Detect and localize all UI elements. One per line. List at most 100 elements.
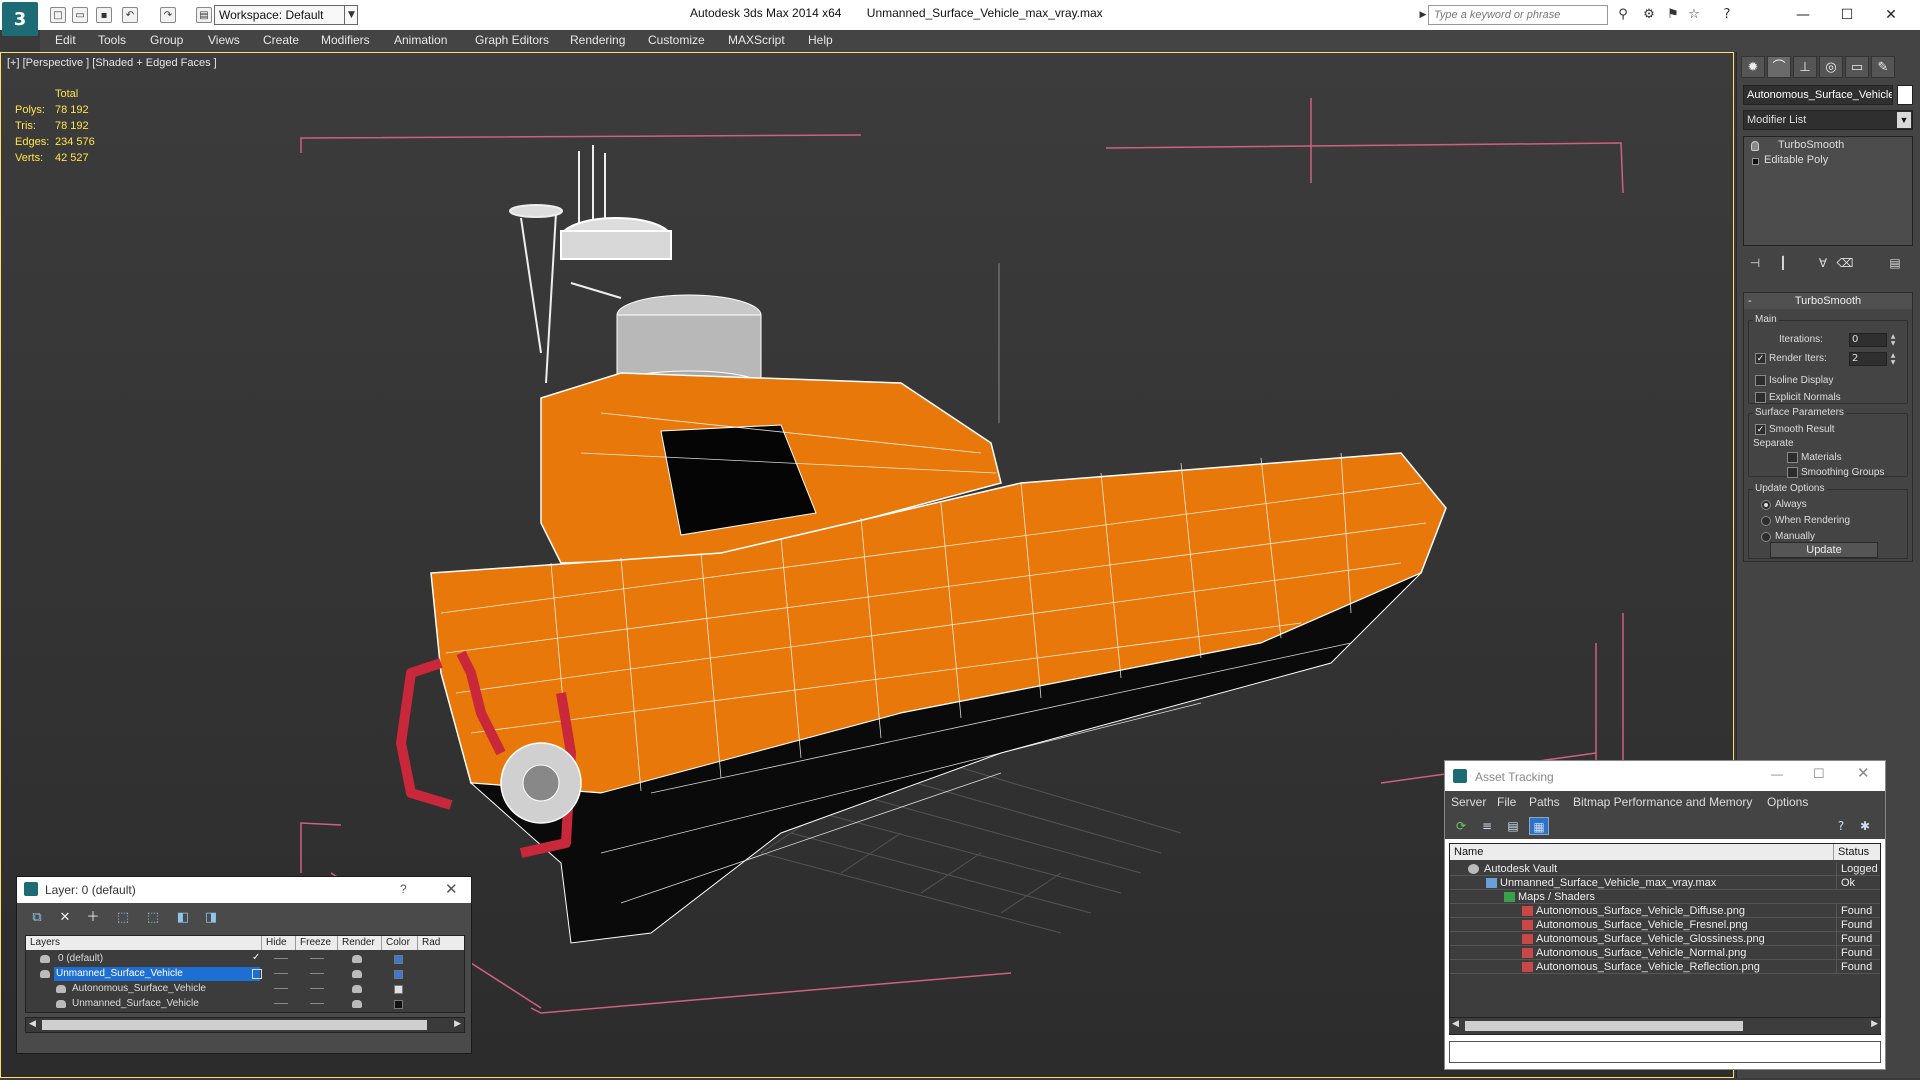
motion-tab-icon[interactable]: ◎ xyxy=(1819,56,1843,78)
create-tab-icon[interactable]: ✹ xyxy=(1741,56,1765,78)
undo-icon[interactable]: ↶ xyxy=(122,7,138,23)
modify-tab-icon[interactable]: ⌒ xyxy=(1767,56,1791,78)
menu-group[interactable]: Group xyxy=(150,33,183,47)
render-iters-spinner[interactable]: 2 xyxy=(1849,352,1887,366)
list-view-icon[interactable]: ≡ xyxy=(1477,817,1497,835)
table-view-icon[interactable]: ▦ xyxy=(1529,817,1549,835)
scroll-left-icon[interactable]: ◀ xyxy=(29,1019,36,1029)
help-icon[interactable]: ? xyxy=(1718,7,1736,23)
spinner-arrows-icon[interactable]: ▲ ▼ xyxy=(1889,352,1897,366)
explicit-normals-checkbox[interactable] xyxy=(1755,392,1766,403)
help-context-icon[interactable]: ✱ xyxy=(1855,817,1875,835)
app-logo-icon[interactable]: 3 xyxy=(2,2,38,36)
asset-row[interactable]: Autonomous_Surface_Vehicle_Diffuse.png F… xyxy=(1450,904,1880,918)
light-bulb-icon[interactable] xyxy=(1751,141,1759,151)
isoline-display-checkbox[interactable] xyxy=(1755,375,1766,386)
freeze-toggle[interactable] xyxy=(310,958,324,959)
menu-tools[interactable]: Tools xyxy=(98,33,126,47)
menu-rendering[interactable]: Rendering xyxy=(570,33,625,47)
horizontal-scrollbar[interactable]: ◀ ▶ xyxy=(25,1017,465,1033)
asset-row[interactable]: Autonomous_Surface_Vehicle_Reflection.pn… xyxy=(1450,960,1880,974)
active-box-icon[interactable] xyxy=(252,969,262,979)
chevron-down-icon[interactable]: ▼ xyxy=(344,5,358,25)
help-icon[interactable]: ? xyxy=(400,882,407,896)
layer-color-swatch[interactable] xyxy=(394,955,403,964)
freeze-toggle[interactable] xyxy=(310,988,324,989)
column-header[interactable]: Render xyxy=(338,936,382,950)
hide-toggle[interactable] xyxy=(274,958,288,959)
modifier-list-dropdown[interactable]: Modifier List ▼ xyxy=(1743,110,1913,130)
menu-file[interactable]: File xyxy=(1497,795,1516,809)
communication-icon[interactable]: ⚑ xyxy=(1664,7,1682,23)
layer-row[interactable]: Unmanned_Surface_Vehicle xyxy=(26,967,464,982)
scroll-right-icon[interactable]: ▶ xyxy=(1871,1019,1878,1029)
menu-customize[interactable]: Customize xyxy=(648,33,705,47)
open-file-icon[interactable]: ▭ xyxy=(72,7,88,23)
column-header-status[interactable]: Status xyxy=(1834,844,1880,860)
render-toggle-icon[interactable] xyxy=(352,970,362,978)
materials-checkbox[interactable] xyxy=(1787,452,1798,463)
layer-row[interactable]: 0 (default) ✓ xyxy=(26,952,464,967)
scroll-thumb[interactable] xyxy=(1465,1021,1743,1031)
rollout-header[interactable]: - TurboSmooth xyxy=(1744,293,1912,309)
search-input[interactable]: Type a keyword or phrase xyxy=(1428,5,1608,25)
close-icon[interactable]: ✕ xyxy=(1876,4,1906,26)
object-color-swatch[interactable] xyxy=(1897,85,1913,105)
utilities-tab-icon[interactable]: ✎ xyxy=(1871,56,1895,78)
dialog-title-bar[interactable]: Asset Tracking — ☐ ✕ xyxy=(1445,761,1885,791)
display-tab-icon[interactable]: ▭ xyxy=(1845,56,1869,78)
show-end-result-icon[interactable]: ┃ xyxy=(1773,254,1793,272)
menu-animation[interactable]: Animation xyxy=(394,33,447,47)
horizontal-scrollbar[interactable]: ◀ ▶ xyxy=(1449,1017,1881,1033)
menu-server[interactable]: Server xyxy=(1451,795,1486,809)
stack-item-turbosmooth[interactable]: TurboSmooth xyxy=(1744,139,1912,154)
scroll-right-icon[interactable]: ▶ xyxy=(454,1019,461,1029)
chevron-down-icon[interactable]: ▼ xyxy=(1897,112,1911,128)
help-icon[interactable]: ? xyxy=(1831,817,1851,835)
stack-item-editable-poly[interactable]: Editable Poly xyxy=(1744,154,1912,169)
create-layer-icon[interactable]: ⧉ xyxy=(27,909,47,927)
hide-all-icon[interactable]: ◧ xyxy=(173,909,193,927)
iterations-spinner[interactable]: 0 xyxy=(1849,333,1887,347)
menu-maxscript[interactable]: MAXScript xyxy=(728,33,785,47)
column-header[interactable]: Layers xyxy=(26,936,262,950)
column-header[interactable]: Freeze xyxy=(296,936,338,950)
object-color-swatch[interactable] xyxy=(394,1000,403,1009)
asset-row[interactable]: Autonomous_Surface_Vehicle_Normal.png Fo… xyxy=(1450,946,1880,960)
render-toggle-icon[interactable] xyxy=(352,1000,362,1008)
layer-row[interactable]: Unmanned_Surface_Vehicle xyxy=(26,997,464,1012)
new-file-icon[interactable]: □ xyxy=(50,7,66,23)
update-button[interactable]: Update xyxy=(1770,542,1878,558)
menu-edit[interactable]: Edit xyxy=(55,33,76,47)
hide-toggle[interactable] xyxy=(274,1003,288,1004)
render-iters-checkbox[interactable]: ✓ xyxy=(1755,353,1766,364)
asset-row[interactable]: Autonomous_Surface_Vehicle_Glossiness.pn… xyxy=(1450,932,1880,946)
object-color-swatch[interactable] xyxy=(394,985,403,994)
collapse-icon[interactable]: - xyxy=(1748,293,1752,309)
menu-help[interactable]: Help xyxy=(808,33,833,47)
menu-options[interactable]: Options xyxy=(1767,795,1808,809)
menu-create[interactable]: Create xyxy=(263,33,299,47)
dialog-title-bar[interactable]: Layer: 0 (default) ? ✕ xyxy=(17,877,471,903)
scroll-left-icon[interactable]: ◀ xyxy=(1452,1019,1459,1029)
subscription-icon[interactable]: ⚙ xyxy=(1640,7,1658,23)
freeze-toggle[interactable] xyxy=(310,973,324,974)
manually-radio[interactable] xyxy=(1761,532,1771,542)
configure-sets-icon[interactable]: ▤ xyxy=(1885,254,1905,272)
column-header[interactable]: Color xyxy=(382,936,418,950)
scroll-thumb[interactable] xyxy=(42,1020,427,1030)
menu-modifiers[interactable]: Modifiers xyxy=(321,33,370,47)
refresh-icon[interactable]: ⟳ xyxy=(1451,817,1471,835)
close-icon[interactable]: ✕ xyxy=(445,880,458,898)
menu-views[interactable]: Views xyxy=(208,33,240,47)
asset-row[interactable]: Maps / Shaders xyxy=(1450,890,1880,904)
select-objects-icon[interactable]: ⬚ xyxy=(113,909,133,927)
render-toggle-icon[interactable] xyxy=(352,985,362,993)
hierarchy-tab-icon[interactable]: ⊥ xyxy=(1793,56,1817,78)
maximize-icon[interactable]: ☐ xyxy=(1832,4,1862,26)
always-radio[interactable] xyxy=(1761,500,1771,510)
favorites-star-icon[interactable]: ☆ xyxy=(1685,7,1703,23)
smooth-result-checkbox[interactable]: ✓ xyxy=(1755,424,1766,435)
make-unique-icon[interactable]: ∀ xyxy=(1813,254,1833,272)
add-to-layer-icon[interactable]: ＋ xyxy=(83,909,103,927)
